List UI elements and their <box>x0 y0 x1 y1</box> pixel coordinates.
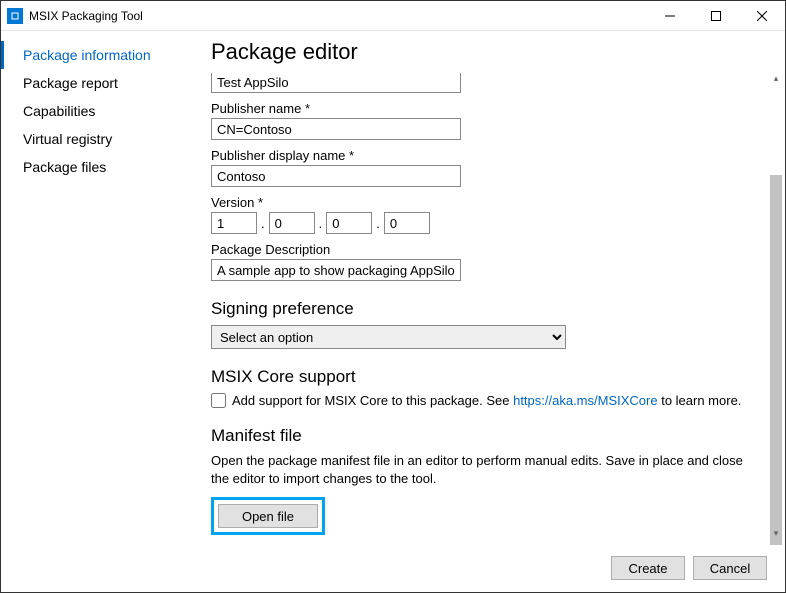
cut-off-input[interactable] <box>211 73 461 93</box>
publisher-name-input[interactable] <box>211 118 461 140</box>
sidebar-item-package-information[interactable]: Package information <box>1 41 191 69</box>
version-row: . . . <box>211 212 747 234</box>
window-title: MSIX Packaging Tool <box>29 9 143 23</box>
cancel-button[interactable]: Cancel <box>693 556 767 580</box>
titlebar: MSIX Packaging Tool <box>1 1 785 31</box>
publisher-name-label: Publisher name * <box>211 101 747 116</box>
scroll-up-arrow[interactable]: ▴ <box>769 71 783 85</box>
maximize-button[interactable] <box>693 1 739 31</box>
msix-core-heading: MSIX Core support <box>211 367 747 387</box>
main-panel: Package editor Publisher name * Publishe… <box>191 31 785 592</box>
publisher-display-name-label: Publisher display name * <box>211 148 747 163</box>
form-scroll-area: Publisher name * Publisher display name … <box>211 73 765 555</box>
app-icon <box>7 8 23 24</box>
package-description-input[interactable] <box>211 259 461 281</box>
minimize-button[interactable] <box>647 1 693 31</box>
version-build-input[interactable] <box>326 212 372 234</box>
sidebar-item-package-report[interactable]: Package report <box>1 69 191 97</box>
msix-core-label: Add support for MSIX Core to this packag… <box>232 393 741 408</box>
sidebar-item-label: Package information <box>23 47 151 63</box>
version-dot: . <box>261 216 265 231</box>
sidebar-item-label: Package files <box>23 159 106 175</box>
sidebar-item-virtual-registry[interactable]: Virtual registry <box>1 125 191 153</box>
scroll-track[interactable] <box>769 85 783 526</box>
sidebar-item-label: Package report <box>23 75 118 91</box>
publisher-display-name-input[interactable] <box>211 165 461 187</box>
cut-off-field <box>211 73 747 93</box>
signing-preference-select[interactable]: Select an option <box>211 325 566 349</box>
sidebar-item-capabilities[interactable]: Capabilities <box>1 97 191 125</box>
sidebar-item-label: Virtual registry <box>23 131 112 147</box>
close-button[interactable] <box>739 1 785 31</box>
package-description-label: Package Description <box>211 242 747 257</box>
page-title: Package editor <box>211 39 765 65</box>
sidebar-item-label: Capabilities <box>23 103 95 119</box>
version-label: Version * <box>211 195 747 210</box>
manifest-heading: Manifest file <box>211 426 747 446</box>
scroll-down-arrow[interactable]: ▾ <box>769 526 783 540</box>
msix-core-link[interactable]: https://aka.ms/MSIXCore <box>513 393 658 408</box>
version-dot: . <box>376 216 380 231</box>
vertical-scrollbar[interactable]: ▴ ▾ <box>769 71 783 540</box>
version-dot: . <box>319 216 323 231</box>
scroll-thumb[interactable] <box>770 175 782 545</box>
footer-buttons: Create Cancel <box>611 556 767 580</box>
version-minor-input[interactable] <box>269 212 315 234</box>
sidebar: Package information Package report Capab… <box>1 31 191 592</box>
version-revision-input[interactable] <box>384 212 430 234</box>
msix-core-checkbox[interactable] <box>211 393 226 408</box>
open-file-highlight: Open file <box>211 497 325 535</box>
create-button[interactable]: Create <box>611 556 685 580</box>
open-file-button[interactable]: Open file <box>218 504 318 528</box>
version-major-input[interactable] <box>211 212 257 234</box>
signing-heading: Signing preference <box>211 299 747 319</box>
manifest-description: Open the package manifest file in an edi… <box>211 452 747 487</box>
sidebar-item-package-files[interactable]: Package files <box>1 153 191 181</box>
